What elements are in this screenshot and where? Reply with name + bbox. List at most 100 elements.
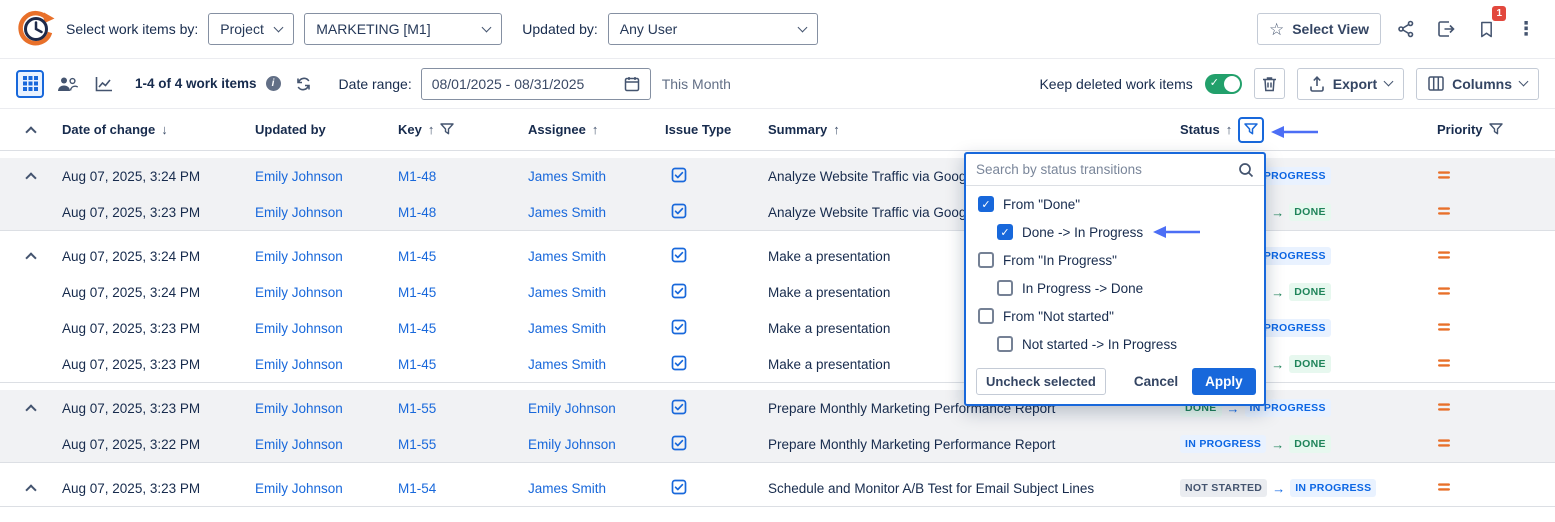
key-link[interactable]: M1-45 bbox=[398, 249, 436, 264]
key-link[interactable]: M1-55 bbox=[398, 401, 436, 416]
col-summary[interactable]: Summary ↑ bbox=[768, 122, 1180, 137]
table-row: Aug 07, 2025, 3:24 PMEmily JohnsonM1-48J… bbox=[0, 158, 1555, 194]
status-search-input[interactable] bbox=[976, 162, 1232, 177]
priority-medium-icon bbox=[1437, 400, 1451, 414]
date-range-value: 08/01/2025 - 08/31/2025 bbox=[432, 76, 585, 92]
assignee-link[interactable]: James Smith bbox=[528, 481, 606, 496]
key-link[interactable]: M1-45 bbox=[398, 357, 436, 372]
key-link[interactable]: M1-48 bbox=[398, 169, 436, 184]
assignee-link[interactable]: Emily Johnson bbox=[528, 437, 616, 452]
refresh-icon[interactable] bbox=[290, 70, 318, 98]
uncheck-selected-button[interactable]: Uncheck selected bbox=[976, 368, 1106, 395]
col-issue-type[interactable]: Issue Type bbox=[665, 122, 768, 137]
checkbox-unchecked-icon[interactable] bbox=[997, 280, 1013, 296]
work-item-group: Aug 07, 2025, 3:23 PMEmily JohnsonM1-55E… bbox=[0, 390, 1555, 463]
priority-medium-icon bbox=[1437, 436, 1451, 450]
whats-new-icon[interactable]: 1 bbox=[1471, 14, 1501, 44]
chart-view-button[interactable] bbox=[90, 70, 118, 98]
sort-desc-icon[interactable]: ↓ bbox=[161, 122, 168, 137]
updated-by-link[interactable]: Emily Johnson bbox=[255, 169, 343, 184]
collapse-group-icon[interactable] bbox=[25, 404, 36, 415]
apply-button[interactable]: Apply bbox=[1192, 368, 1256, 395]
updated-by-link[interactable]: Emily Johnson bbox=[255, 285, 343, 300]
external-link-icon[interactable] bbox=[1431, 14, 1461, 44]
assignee-link[interactable]: James Smith bbox=[528, 205, 606, 220]
filter-option-label: From "Not started" bbox=[1003, 309, 1114, 324]
updated-by-link[interactable]: Emily Johnson bbox=[255, 321, 343, 336]
delete-button[interactable] bbox=[1254, 68, 1285, 99]
updated-by-link[interactable]: Emily Johnson bbox=[255, 357, 343, 372]
trash-icon bbox=[1262, 76, 1277, 92]
col-priority[interactable]: Priority bbox=[1437, 122, 1555, 137]
checkbox-unchecked-icon[interactable] bbox=[997, 336, 1013, 352]
project-select[interactable]: MARKETING [M1] bbox=[304, 13, 502, 45]
checkbox-checked-icon[interactable]: ✓ bbox=[978, 196, 994, 212]
filter-option[interactable]: From "In Progress" bbox=[966, 246, 1264, 274]
key-link[interactable]: M1-45 bbox=[398, 285, 436, 300]
transition-arrow-icon: → bbox=[1271, 437, 1284, 452]
sort-asc-icon[interactable]: ↑ bbox=[592, 122, 599, 137]
project-select-value: MARKETING [M1] bbox=[316, 21, 430, 37]
export-button[interactable]: Export bbox=[1297, 68, 1404, 100]
keep-deleted-label: Keep deleted work items bbox=[1039, 76, 1192, 92]
collapse-group-icon[interactable] bbox=[25, 252, 36, 263]
date-of-change: Aug 07, 2025, 3:24 PM bbox=[62, 285, 255, 300]
key-link[interactable]: M1-48 bbox=[398, 205, 436, 220]
key-filter-icon[interactable] bbox=[440, 123, 454, 136]
updated-by-link[interactable]: Emily Johnson bbox=[255, 249, 343, 264]
assignee-link[interactable]: Emily Johnson bbox=[528, 401, 616, 416]
key-link[interactable]: M1-45 bbox=[398, 321, 436, 336]
filter-option[interactable]: In Progress -> Done bbox=[966, 274, 1264, 302]
key-link[interactable]: M1-55 bbox=[398, 437, 436, 452]
collapse-group-icon[interactable] bbox=[25, 484, 36, 495]
popup-search-row bbox=[966, 154, 1264, 186]
collapse-group-icon[interactable] bbox=[25, 172, 36, 183]
checkbox-checked-icon[interactable]: ✓ bbox=[997, 224, 1013, 240]
updated-by-link[interactable]: Emily Johnson bbox=[255, 401, 343, 416]
col-assignee[interactable]: Assignee ↑ bbox=[528, 122, 665, 137]
key-link[interactable]: M1-54 bbox=[398, 481, 436, 496]
select-view-button[interactable]: ☆ Select View bbox=[1257, 13, 1381, 45]
updated-by-link[interactable]: Emily Johnson bbox=[255, 205, 343, 220]
more-menu-icon[interactable]: ⋮ bbox=[1511, 14, 1541, 44]
collapse-all-icon[interactable] bbox=[25, 126, 36, 137]
select-by-label: Select work items by: bbox=[66, 21, 198, 37]
info-icon[interactable]: i bbox=[266, 76, 281, 91]
updated-by-link[interactable]: Emily Johnson bbox=[255, 481, 343, 496]
cancel-button[interactable]: Cancel bbox=[1134, 368, 1178, 395]
updated-by-link[interactable]: Emily Johnson bbox=[255, 437, 343, 452]
filter-option[interactable]: Not started -> In Progress bbox=[966, 330, 1264, 358]
status-filter-icon[interactable] bbox=[1238, 117, 1264, 143]
checkbox-unchecked-icon[interactable] bbox=[978, 308, 994, 324]
priority-filter-icon[interactable] bbox=[1489, 123, 1503, 136]
user-select[interactable]: Any User bbox=[608, 13, 818, 45]
share-icon[interactable] bbox=[1391, 14, 1421, 44]
assignee-link[interactable]: James Smith bbox=[528, 169, 606, 184]
filter-option[interactable]: ✓From "Done" bbox=[966, 190, 1264, 218]
assignee-link[interactable]: James Smith bbox=[528, 357, 606, 372]
col-date-of-change[interactable]: Date of change ↓ bbox=[62, 122, 255, 137]
toggle-knob bbox=[1224, 76, 1240, 92]
filter-option[interactable]: From "Not started" bbox=[966, 302, 1264, 330]
date-range-input[interactable]: 08/01/2025 - 08/31/2025 bbox=[421, 68, 651, 100]
scope-dropdown[interactable]: Project bbox=[208, 13, 294, 45]
filter-option[interactable]: ✓Done -> In Progress bbox=[966, 218, 1264, 246]
checkbox-unchecked-icon[interactable] bbox=[978, 252, 994, 268]
col-key[interactable]: Key ↑ bbox=[398, 122, 528, 137]
assignee-link[interactable]: James Smith bbox=[528, 285, 606, 300]
status-filter-popup: ✓From "Done"✓Done -> In ProgressFrom "In… bbox=[964, 152, 1266, 406]
user-select-value: Any User bbox=[620, 21, 678, 37]
sort-asc-icon[interactable]: ↑ bbox=[833, 122, 840, 137]
table-row: Aug 07, 2025, 3:23 PMEmily JohnsonM1-54J… bbox=[0, 470, 1555, 506]
history-table: Date of change ↓ Updated by Key ↑ Assign… bbox=[0, 109, 1555, 507]
sort-asc-icon[interactable]: ↑ bbox=[1226, 122, 1233, 137]
assignee-link[interactable]: James Smith bbox=[528, 321, 606, 336]
sort-asc-icon[interactable]: ↑ bbox=[428, 122, 435, 137]
assignee-link[interactable]: James Smith bbox=[528, 249, 606, 264]
columns-button[interactable]: Columns bbox=[1416, 68, 1539, 100]
export-icon bbox=[1309, 76, 1325, 92]
people-view-button[interactable] bbox=[53, 70, 81, 98]
col-updated-by[interactable]: Updated by bbox=[255, 122, 398, 137]
table-view-button[interactable] bbox=[16, 70, 44, 98]
keep-deleted-toggle[interactable]: ✓ bbox=[1205, 74, 1242, 94]
